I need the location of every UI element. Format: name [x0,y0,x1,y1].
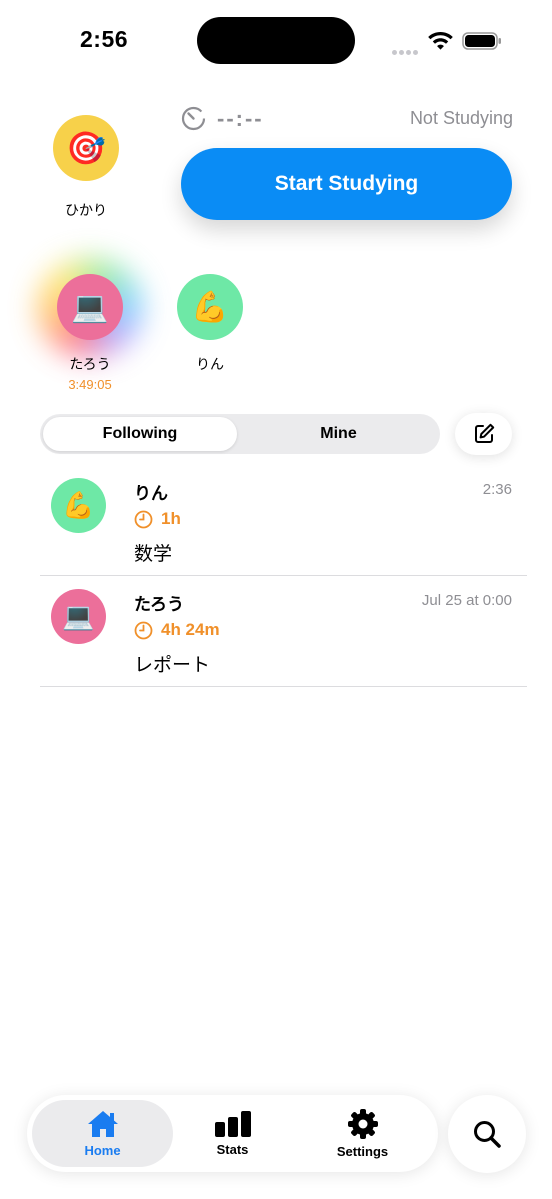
feed-avatar: 💻 [51,589,106,644]
feed-duration: 1h [134,509,181,529]
friend-name: りん [196,356,224,372]
tab-settings[interactable]: Settings [292,1100,433,1167]
feed-subject: 数学 [134,544,173,565]
timer-icon [181,106,206,131]
segment-mine[interactable]: Mine [240,417,437,451]
tab-home[interactable]: Home [32,1100,173,1167]
feed-duration-text: 1h [161,509,181,528]
friend-elapsed-time: 3:49:05 [68,377,112,392]
gear-icon [347,1109,378,1139]
battery-icon [462,32,501,50]
flexed-biceps-icon: 💪 [62,490,95,520]
friend-name: たろう [69,356,111,372]
tab-stats-label: Stats [216,1142,249,1157]
search-button[interactable] [448,1095,526,1173]
feed-subject: レポート [134,655,211,676]
clock-icon [134,510,153,528]
friend-rin[interactable]: 💪 りん [165,274,255,374]
segment-following[interactable]: Following [43,417,237,451]
friend-taro[interactable]: 💻 たろう 3:49:05 [45,274,135,392]
my-avatar: 🎯 [53,115,119,181]
feed-avatar: 💪 [51,478,106,533]
chart-bars-icon [214,1111,251,1137]
tab-bar: Home Stats Settings [27,1095,438,1172]
laptop-icon: 💻 [62,601,95,631]
friend-avatar: 💻 [57,274,123,340]
compose-icon [474,423,494,443]
dart-target-icon: 🎯 [66,130,106,166]
feed-user-name: たろう [134,595,184,614]
friend-avatar: 💪 [177,274,243,340]
feed-duration-text: 4h 24m [161,620,220,639]
laptop-icon: 💻 [71,290,109,324]
study-status: Not Studying [409,108,513,128]
feed-user-name: りん [134,484,168,503]
timer-row: --:-- Not Studying [181,106,513,132]
feed-duration: 4h 24m [134,620,220,640]
dynamic-island [197,17,355,64]
tab-home-label: Home [84,1143,121,1158]
feed-item[interactable]: 💻 たろう Jul 25 at 0:00 4h 24m レポート [40,576,527,687]
start-studying-button[interactable]: Start Studying [181,148,512,220]
cellular-signal-icon [392,42,420,55]
tab-stats[interactable]: Stats [162,1100,303,1167]
timer-display: --:-- [217,106,264,131]
status-time: 2:56 [80,26,129,52]
feed-segmented-control: Following Mine [40,414,440,454]
flexed-biceps-icon: 💪 [191,290,229,324]
feed-timestamp: Jul 25 at 0:00 [421,592,512,609]
feed-timestamp: 2:36 [482,481,512,498]
my-profile[interactable]: 🎯 ひかり [50,115,122,220]
house-icon [87,1111,118,1137]
compose-button[interactable] [455,413,512,455]
search-icon [474,1121,501,1148]
my-name: ひかり [65,202,107,218]
wifi-icon [428,32,453,50]
clock-icon [134,621,153,639]
tab-settings-label: Settings [336,1144,389,1159]
feed-item[interactable]: 💪 りん 2:36 1h 数学 [40,465,527,576]
